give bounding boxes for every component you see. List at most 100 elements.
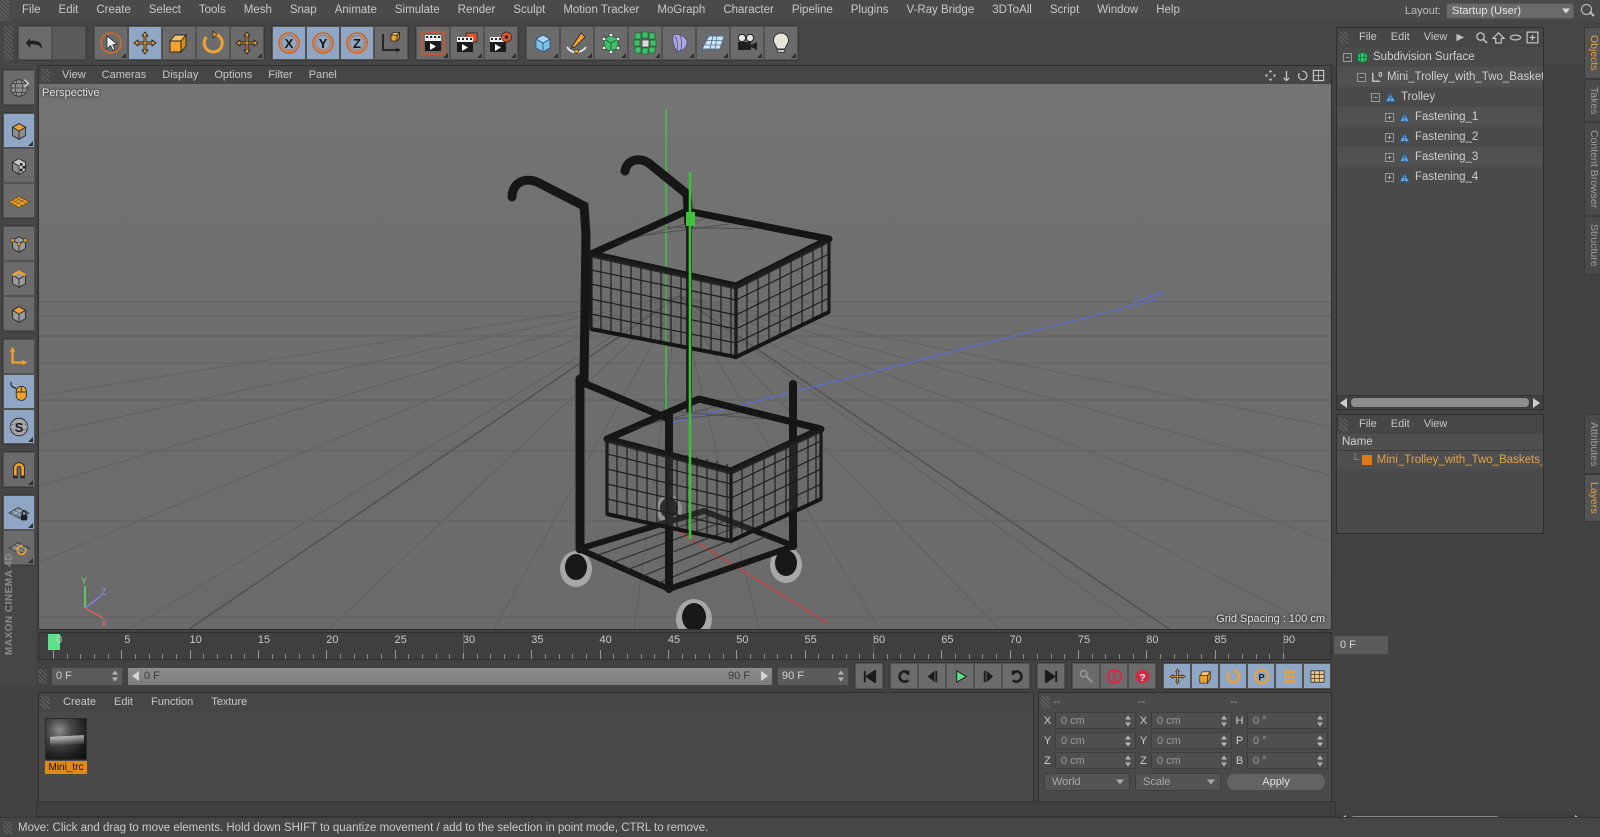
object-menu-file[interactable]: File	[1352, 28, 1384, 47]
polygon-mode[interactable]	[3, 296, 35, 331]
material-item[interactable]: Mini_trc	[45, 718, 87, 774]
menu-render[interactable]: Render	[449, 0, 505, 21]
material-menu-function[interactable]: Function	[142, 693, 202, 712]
object-tree-row[interactable]: − 0 Mini_Trolley_with_Two_Baskets_I	[1337, 67, 1543, 87]
maximize-icon[interactable]	[1312, 69, 1325, 82]
viewport-menu-panel[interactable]: Panel	[301, 66, 345, 84]
rotate-view-icon[interactable]	[1296, 69, 1309, 82]
menu-sculpt[interactable]: Sculpt	[504, 0, 554, 21]
tab-structure[interactable]: Structure	[1584, 216, 1600, 275]
menu-file[interactable]: File	[13, 0, 50, 21]
menu-edit[interactable]: Edit	[50, 0, 88, 21]
object-tree-row[interactable]: + Fastening_4	[1337, 167, 1543, 187]
menu-3dtoall[interactable]: 3DToAll	[983, 0, 1041, 21]
menu-mesh[interactable]: Mesh	[235, 0, 281, 21]
material-menu-texture[interactable]: Texture	[202, 693, 256, 712]
transform-mode-select[interactable]: Scale	[1135, 773, 1221, 791]
end-frame-input[interactable]: 90 F	[777, 666, 849, 686]
tab-objects[interactable]: Objects	[1584, 27, 1600, 79]
apply-button[interactable]: Apply	[1226, 773, 1326, 791]
menu-snap[interactable]: Snap	[281, 0, 326, 21]
timeline-current-frame-field[interactable]: 0 F	[1333, 635, 1389, 655]
menu-select[interactable]: Select	[140, 0, 190, 21]
zoom-icon[interactable]	[1280, 69, 1293, 82]
menu-motion-tracker[interactable]: Motion Tracker	[554, 0, 648, 21]
coord-rot-p-input[interactable]: 0 °	[1247, 732, 1328, 749]
forward-loop-button[interactable]	[1002, 663, 1030, 689]
select-tool[interactable]	[94, 26, 128, 60]
spin-icon[interactable]	[1317, 755, 1324, 766]
search-icon[interactable]	[1475, 31, 1488, 44]
tab-layers[interactable]: Layers	[1584, 474, 1600, 522]
world-coordinate-toggle[interactable]	[374, 26, 408, 60]
layer-color-swatch[interactable]	[1361, 455, 1372, 465]
coord-rot-b-input[interactable]: 0 °	[1247, 752, 1328, 769]
edge-mode[interactable]	[3, 261, 35, 296]
enable-snapping[interactable]: S	[3, 409, 35, 444]
lock-workplane[interactable]	[3, 495, 35, 530]
spin-icon[interactable]	[1221, 715, 1228, 726]
coord-size-y-input[interactable]: 0 cm	[1151, 732, 1232, 749]
menu-mograph[interactable]: MoGraph	[648, 0, 714, 21]
key-position-toggle[interactable]	[1163, 663, 1191, 689]
move-tool[interactable]	[128, 26, 162, 60]
layer-menu-edit[interactable]: Edit	[1384, 415, 1417, 434]
timeline-scrubber[interactable]: 0 F 90 F	[127, 666, 773, 686]
record-active-objects[interactable]	[1100, 663, 1128, 689]
spin-icon[interactable]	[1221, 755, 1228, 766]
uv-mesh-mode[interactable]	[3, 183, 35, 218]
tab-content-browser[interactable]: Content Browser	[1584, 122, 1600, 217]
scrub-right-arrow-icon[interactable]	[761, 671, 768, 681]
menu-tools[interactable]: Tools	[190, 0, 235, 21]
menu-simulate[interactable]: Simulate	[386, 0, 449, 21]
viewport-menu-options[interactable]: Options	[206, 66, 260, 84]
viewport-menu-cameras[interactable]: Cameras	[94, 66, 155, 84]
layout-select[interactable]: Startup (User)	[1446, 2, 1574, 19]
key-parameter-toggle[interactable]: P	[1247, 663, 1275, 689]
menu-pipeline[interactable]: Pipeline	[783, 0, 842, 21]
record-question-button[interactable]: ?	[1128, 663, 1156, 689]
expand-icon[interactable]: +	[1385, 152, 1394, 162]
undo-view-button[interactable]	[3, 70, 35, 105]
menu-window[interactable]: Window	[1088, 0, 1147, 21]
add-generator[interactable]	[594, 26, 628, 60]
add-cube-primitive[interactable]	[526, 26, 560, 60]
coord-size-z-input[interactable]: 0 cm	[1151, 752, 1232, 769]
coord-pos-y-input[interactable]: 0 cm	[1055, 732, 1136, 749]
search-icon[interactable]	[1578, 2, 1596, 20]
object-tree-row[interactable]: + Fastening_3	[1337, 147, 1543, 167]
material-menu-edit[interactable]: Edit	[105, 693, 142, 712]
object-menu-edit[interactable]: Edit	[1384, 28, 1417, 47]
collapse-icon[interactable]: −	[1371, 92, 1380, 102]
redo-button[interactable]	[52, 26, 86, 60]
go-to-end-button[interactable]	[1037, 663, 1065, 689]
viewport-menu-view[interactable]: View	[54, 66, 94, 84]
coord-rot-h-input[interactable]: 0 °	[1247, 712, 1328, 729]
spinner-icon[interactable]	[838, 670, 845, 682]
scroll-right-icon[interactable]	[1533, 397, 1540, 408]
move-axis-tool[interactable]	[230, 26, 264, 60]
collapse-icon[interactable]: −	[1357, 72, 1366, 82]
key-scale-toggle[interactable]	[1191, 663, 1219, 689]
object-menu-view[interactable]: View	[1417, 28, 1455, 47]
viewport-menu-display[interactable]: Display	[154, 66, 206, 84]
play-button[interactable]	[946, 663, 974, 689]
viewport-solo-mode[interactable]	[3, 374, 35, 409]
home-icon[interactable]	[1492, 31, 1505, 44]
scroll-thumb[interactable]	[1351, 398, 1529, 407]
menu-script[interactable]: Script	[1041, 0, 1088, 21]
autokey-toggle[interactable]	[1072, 663, 1100, 689]
spin-icon[interactable]	[1317, 715, 1324, 726]
layer-menu-view[interactable]: View	[1417, 415, 1455, 434]
expand-icon[interactable]: +	[1385, 132, 1394, 142]
ellipse-icon[interactable]	[1509, 31, 1522, 44]
render-to-picture-viewer[interactable]	[450, 26, 484, 60]
collapse-icon[interactable]: −	[1343, 52, 1352, 62]
viewport-menu-filter[interactable]: Filter	[260, 66, 300, 84]
coordinate-system-select[interactable]: World	[1044, 773, 1130, 791]
model-mode[interactable]	[3, 113, 35, 148]
coord-size-x-input[interactable]: 0 cm	[1151, 712, 1232, 729]
expand-icon[interactable]: +	[1385, 112, 1394, 122]
timeline-ruler[interactable]: 0 5 10 15 20 25 30 35 40 45 50 55 60 65 70 75 80 85 90	[39, 633, 1331, 659]
scrub-left-arrow-icon[interactable]	[132, 671, 139, 681]
